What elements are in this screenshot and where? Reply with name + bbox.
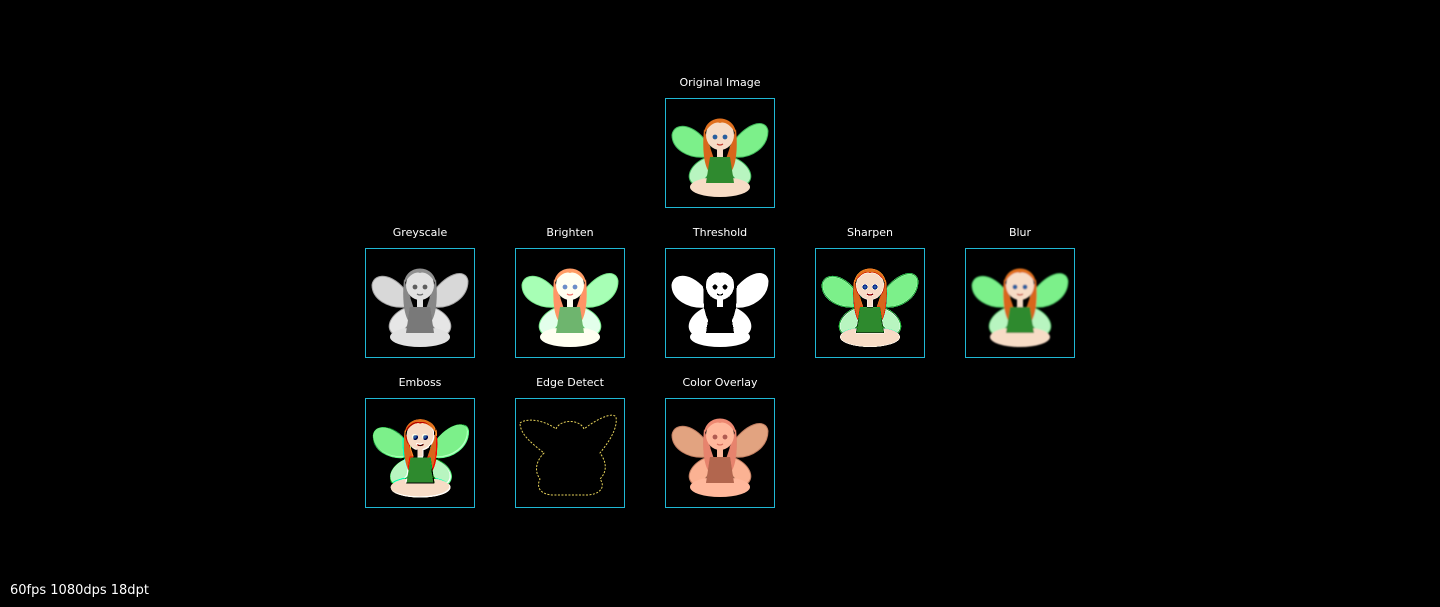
filter-label: Brighten bbox=[546, 226, 594, 239]
fairy-original-thumbnail bbox=[665, 98, 775, 208]
filter-label: Threshold bbox=[692, 226, 748, 239]
filter-label: Original Image bbox=[679, 76, 761, 89]
filter-label: Sharpen bbox=[847, 226, 893, 239]
fairy-color-overlay-thumbnail bbox=[665, 398, 775, 508]
fairy-edge-detect-thumbnail bbox=[515, 398, 625, 508]
fairy-greyscale-thumbnail bbox=[365, 248, 475, 358]
fairy-emboss-thumbnail bbox=[365, 398, 475, 508]
filter-label: Edge Detect bbox=[536, 376, 604, 389]
fairy-threshold-thumbnail bbox=[665, 248, 775, 358]
filter-label: Color Overlay bbox=[682, 376, 758, 389]
fairy-brighten-thumbnail bbox=[515, 248, 625, 358]
filter-label: Emboss bbox=[398, 376, 442, 389]
filter-label: Blur bbox=[1008, 226, 1032, 239]
fairy-blur-thumbnail bbox=[965, 248, 1075, 358]
filter-label: Greyscale bbox=[392, 226, 448, 239]
fairy-sharpen-thumbnail bbox=[815, 248, 925, 358]
performance-stats: 60fps 1080dps 18dpt bbox=[10, 583, 149, 598]
